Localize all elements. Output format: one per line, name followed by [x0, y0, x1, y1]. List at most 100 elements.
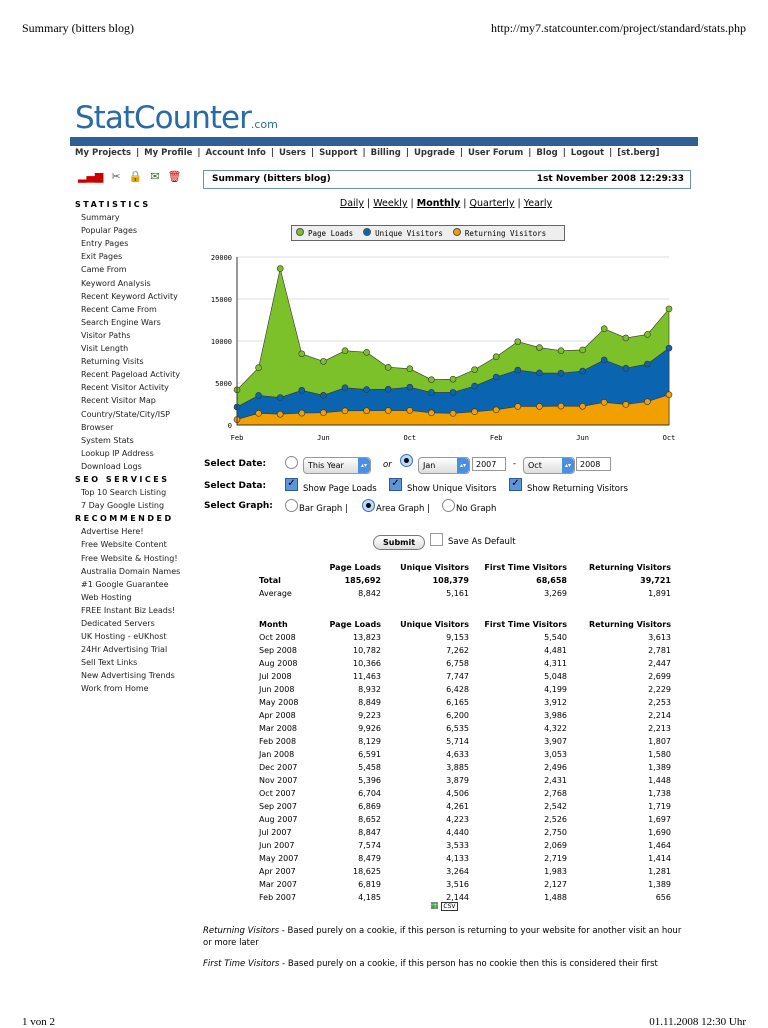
period-separator: |: [363, 198, 374, 209]
header-bar: [70, 137, 698, 146]
sidebar-item[interactable]: Free Website & Hosting!: [75, 552, 180, 565]
sidebar-item[interactable]: New Advertising Trends: [75, 669, 180, 682]
nav-account-info[interactable]: Account Info: [205, 148, 265, 158]
trash-icon[interactable]: 🗑: [168, 170, 182, 183]
save-default-checkbox[interactable]: [430, 533, 443, 546]
sidebar-item[interactable]: Top 10 Search Listing: [75, 486, 180, 499]
table-cell: 3,912: [544, 698, 567, 707]
returning-visitors-checkbox[interactable]: ✓: [509, 478, 522, 491]
table-row: Total 185,692 108,379 68,658 39,721: [255, 574, 671, 587]
period-monthly[interactable]: Monthly: [417, 198, 461, 209]
nav-support[interactable]: Support: [319, 148, 357, 158]
sidebar-item[interactable]: Australia Domain Names: [75, 565, 180, 578]
envelope-icon[interactable]: ✉: [150, 170, 159, 183]
data-point: [341, 347, 349, 354]
bar-chart-icon[interactable]: ▂▄▆: [78, 170, 103, 183]
sidebar-item[interactable]: Recent Keyword Activity: [75, 290, 180, 303]
sidebar-item[interactable]: FREE Instant Biz Leads!: [75, 604, 180, 617]
sidebar-item[interactable]: Web Hosting: [75, 591, 180, 604]
table-cell: Jan 2008: [259, 750, 295, 759]
sidebar-item[interactable]: Recent Pageload Activity: [75, 368, 180, 381]
nav-separator: |: [609, 148, 613, 158]
table-cell: 1,719: [648, 802, 671, 811]
sidebar-item[interactable]: Entry Pages: [75, 237, 180, 250]
sidebar-item[interactable]: Work from Home: [75, 682, 180, 695]
sidebar-item[interactable]: Dedicated Servers: [75, 617, 180, 630]
nav-my-projects[interactable]: My Projects: [75, 148, 131, 158]
scissors-icon[interactable]: ✂: [111, 170, 120, 183]
to-month-select[interactable]: Oct ▴▾: [523, 457, 575, 474]
statcounter-logo[interactable]: StatCounter.com: [75, 100, 278, 136]
table-cell: 2,526: [544, 815, 567, 824]
period-quarterly[interactable]: Quarterly: [470, 198, 515, 209]
no-graph-radio[interactable]: [442, 499, 455, 512]
this-year-radio[interactable]: [285, 456, 298, 469]
excel-icon[interactable]: ▦: [430, 901, 439, 911]
table-cell: 6,869: [358, 802, 381, 811]
nav-users[interactable]: Users: [279, 148, 306, 158]
footer-datetime: 01.11.2008 12:30 Uhr: [649, 1016, 746, 1028]
nav-billing[interactable]: Billing: [371, 148, 401, 158]
sidebar-item[interactable]: Popular Pages: [75, 224, 180, 237]
unique-visitors-checkbox[interactable]: ✓: [389, 478, 402, 491]
chart-legend: Page Loads Unique Visitors Returning Visit…: [291, 225, 565, 241]
nav-st-berg[interactable]: [st.berg]: [617, 148, 659, 158]
period-separator: |: [514, 198, 524, 209]
area-graph-radio[interactable]: [362, 499, 375, 512]
sidebar-item[interactable]: Free Website Content: [75, 538, 180, 551]
sidebar-item[interactable]: Recent Came From: [75, 303, 180, 316]
sidebar-item[interactable]: 24Hr Advertising Trial: [75, 643, 180, 656]
from-year-input[interactable]: 2007: [472, 457, 506, 471]
sidebar-item[interactable]: Visitor Paths: [75, 329, 180, 342]
this-year-select[interactable]: This Year ▴▾: [303, 457, 371, 474]
sidebar-item[interactable]: Recent Visitor Activity: [75, 381, 180, 394]
table-cell: 8,932: [358, 685, 381, 694]
sidebar-item[interactable]: Sell Text Links: [75, 656, 180, 669]
period-yearly[interactable]: Yearly: [524, 198, 552, 209]
sidebar-item[interactable]: #1 Google Guarantee: [75, 578, 180, 591]
sidebar-item[interactable]: Summary: [75, 211, 180, 224]
nav-blog[interactable]: Blog: [536, 148, 557, 158]
data-point: [320, 409, 327, 417]
sidebar-item[interactable]: Visit Length: [75, 342, 180, 355]
sidebar-item[interactable]: Advertise Here!: [75, 525, 180, 538]
to-year-input[interactable]: 2008: [576, 457, 611, 471]
sidebar-item[interactable]: Keyword Analysis: [75, 277, 180, 290]
sidebar-item[interactable]: Recent Visitor Map: [75, 394, 180, 407]
data-point: [644, 398, 651, 405]
sidebar-item[interactable]: Country/State/City/ISP: [75, 408, 180, 421]
table-cell: Feb 2008: [259, 737, 297, 746]
sidebar-item[interactable]: UK Hosting - eUKhost: [75, 630, 180, 643]
sidebar-item[interactable]: Exit Pages: [75, 250, 180, 263]
table-row: Average 8,842 5,161 3,269 1,891: [255, 587, 671, 600]
table-cell: Jun 2008: [259, 685, 295, 694]
csv-icon[interactable]: CSV: [441, 902, 458, 911]
nav-my-profile[interactable]: My Profile: [144, 148, 192, 158]
data-point: [406, 407, 414, 414]
nav-separator: |: [362, 148, 366, 158]
table-row: Mar 2008 9,926 6,535 4,322 2,213: [255, 722, 671, 735]
sidebar-item[interactable]: 7 Day Google Listing: [75, 499, 180, 512]
range-radio[interactable]: [400, 454, 413, 467]
table-cell: Jul 2008: [259, 672, 292, 681]
table-cell: 4,199: [544, 685, 567, 694]
sidebar-item[interactable]: Download Logs: [75, 460, 180, 473]
sidebar-item[interactable]: Browser: [75, 421, 180, 434]
nav-logout[interactable]: Logout: [571, 148, 604, 158]
submit-button[interactable]: Submit: [373, 535, 426, 550]
nav-user-forum[interactable]: User Forum: [468, 148, 523, 158]
sidebar-item[interactable]: System Stats: [75, 434, 180, 447]
period-daily[interactable]: Daily: [340, 198, 364, 209]
sidebar-item[interactable]: Lookup IP Address: [75, 447, 180, 460]
table-cell: 5,540: [544, 633, 567, 642]
from-month-select[interactable]: Jan ▴▾: [418, 457, 470, 474]
note-returning: Returning Visitors - Based purely on a c…: [203, 926, 682, 948]
bar-graph-radio[interactable]: [285, 499, 298, 512]
sidebar-item[interactable]: Returning Visits: [75, 355, 180, 368]
sidebar-item[interactable]: Search Engine Wars: [75, 316, 180, 329]
page-loads-checkbox[interactable]: ✓: [285, 478, 298, 491]
period-weekly[interactable]: Weekly: [373, 198, 407, 209]
lock-icon[interactable]: 🔒: [129, 170, 143, 183]
nav-upgrade[interactable]: Upgrade: [414, 148, 455, 158]
sidebar-item[interactable]: Came From: [75, 263, 180, 276]
